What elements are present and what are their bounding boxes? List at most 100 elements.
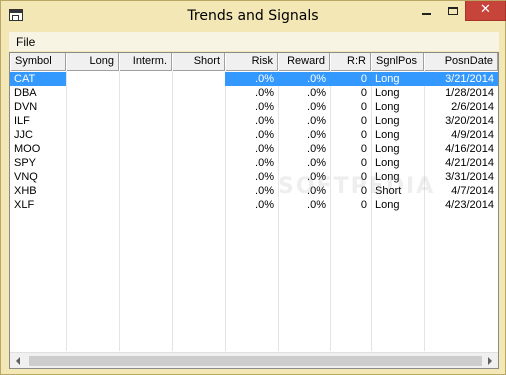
cell-posndate[interactable]: 1/28/2014 xyxy=(424,86,498,100)
cell-interm[interactable] xyxy=(119,114,172,128)
cell-rr[interactable]: 0 xyxy=(330,114,371,128)
cell-risk[interactable]: .0% xyxy=(225,184,278,198)
scroll-left-arrow-icon[interactable] xyxy=(10,353,27,368)
cell-posndate[interactable]: 4/23/2014 xyxy=(424,198,498,212)
cell-short[interactable] xyxy=(172,72,225,86)
cell-reward[interactable]: .0% xyxy=(278,128,330,142)
column-header-posndate[interactable]: PosnDate xyxy=(424,53,498,71)
cell-rr[interactable]: 0 xyxy=(330,142,371,156)
scrollbar-thumb[interactable] xyxy=(29,356,482,366)
column-header-rr[interactable]: R:R xyxy=(330,53,371,71)
cell-sgnlpos[interactable]: Long xyxy=(371,72,424,86)
column-header-reward[interactable]: Reward xyxy=(278,53,330,71)
cell-long[interactable] xyxy=(66,170,119,184)
table-row[interactable]: DVN .0% .0% 0 Long 2/6/2014 xyxy=(10,100,498,114)
cell-symbol[interactable]: ILF xyxy=(10,114,66,128)
cell-short[interactable] xyxy=(172,142,225,156)
cell-long[interactable] xyxy=(66,156,119,170)
cell-posndate[interactable]: 4/9/2014 xyxy=(424,128,498,142)
cell-rr[interactable]: 0 xyxy=(330,198,371,212)
column-header-interm[interactable]: Interm. xyxy=(119,53,172,71)
scroll-right-arrow-icon[interactable] xyxy=(481,353,498,368)
cell-posndate[interactable]: 4/16/2014 xyxy=(424,142,498,156)
table-row[interactable]: ILF .0% .0% 0 Long 3/20/2014 xyxy=(10,114,498,128)
table-row[interactable]: XLF .0% .0% 0 Long 4/23/2014 xyxy=(10,198,498,212)
cell-reward[interactable]: .0% xyxy=(278,156,330,170)
cell-short[interactable] xyxy=(172,170,225,184)
cell-symbol[interactable]: SPY xyxy=(10,156,66,170)
title-bar[interactable]: Trends and Signals ✕ xyxy=(1,1,506,31)
cell-symbol[interactable]: VNQ xyxy=(10,170,66,184)
cell-interm[interactable] xyxy=(119,170,172,184)
cell-long[interactable] xyxy=(66,114,119,128)
table-row[interactable]: DBA .0% .0% 0 Long 1/28/2014 xyxy=(10,86,498,100)
maximize-button[interactable] xyxy=(440,1,466,21)
cell-posndate[interactable]: 3/21/2014 xyxy=(424,72,498,86)
cell-risk[interactable]: .0% xyxy=(225,170,278,184)
cell-long[interactable] xyxy=(66,128,119,142)
column-header-short[interactable]: Short xyxy=(172,53,225,71)
column-header-long[interactable]: Long xyxy=(66,53,119,71)
cell-posndate[interactable]: 3/20/2014 xyxy=(424,114,498,128)
cell-long[interactable] xyxy=(66,198,119,212)
cell-symbol[interactable]: XLF xyxy=(10,198,66,212)
cell-short[interactable] xyxy=(172,184,225,198)
cell-reward[interactable]: .0% xyxy=(278,114,330,128)
horizontal-scrollbar[interactable] xyxy=(10,352,498,368)
cell-reward[interactable]: .0% xyxy=(278,142,330,156)
cell-interm[interactable] xyxy=(119,156,172,170)
table-row[interactable]: JJC .0% .0% 0 Long 4/9/2014 xyxy=(10,128,498,142)
cell-reward[interactable]: .0% xyxy=(278,72,330,86)
cell-interm[interactable] xyxy=(119,198,172,212)
cell-long[interactable] xyxy=(66,142,119,156)
cell-rr[interactable]: 0 xyxy=(330,156,371,170)
cell-symbol[interactable]: DVN xyxy=(10,100,66,114)
cell-interm[interactable] xyxy=(119,72,172,86)
table-row[interactable]: MOO .0% .0% 0 Long 4/16/2014 xyxy=(10,142,498,156)
cell-long[interactable] xyxy=(66,100,119,114)
cell-interm[interactable] xyxy=(119,128,172,142)
cell-symbol[interactable]: MOO xyxy=(10,142,66,156)
cell-interm[interactable] xyxy=(119,142,172,156)
cell-symbol[interactable]: DBA xyxy=(10,86,66,100)
cell-symbol[interactable]: XHB xyxy=(10,184,66,198)
cell-symbol[interactable]: CAT xyxy=(10,72,66,86)
cell-reward[interactable]: .0% xyxy=(278,86,330,100)
cell-interm[interactable] xyxy=(119,184,172,198)
cell-sgnlpos[interactable]: Long xyxy=(371,100,424,114)
cell-rr[interactable]: 0 xyxy=(330,100,371,114)
cell-sgnlpos[interactable]: Long xyxy=(371,86,424,100)
table-row[interactable]: CAT .0% .0% 0 Long 3/21/2014 xyxy=(10,72,498,86)
column-header-risk[interactable]: Risk xyxy=(225,53,278,71)
cell-posndate[interactable]: 2/6/2014 xyxy=(424,100,498,114)
menu-file[interactable]: File xyxy=(16,35,35,49)
cell-risk[interactable]: .0% xyxy=(225,100,278,114)
cell-short[interactable] xyxy=(172,198,225,212)
minimize-button[interactable] xyxy=(413,1,440,21)
cell-sgnlpos[interactable]: Long xyxy=(371,142,424,156)
cell-risk[interactable]: .0% xyxy=(225,198,278,212)
cell-reward[interactable]: .0% xyxy=(278,198,330,212)
cell-symbol[interactable]: JJC xyxy=(10,128,66,142)
cell-short[interactable] xyxy=(172,114,225,128)
cell-long[interactable] xyxy=(66,72,119,86)
cell-long[interactable] xyxy=(66,86,119,100)
cell-sgnlpos[interactable]: Long xyxy=(371,198,424,212)
cell-long[interactable] xyxy=(66,184,119,198)
cell-short[interactable] xyxy=(172,128,225,142)
cell-risk[interactable]: .0% xyxy=(225,156,278,170)
cell-risk[interactable]: .0% xyxy=(225,72,278,86)
cell-short[interactable] xyxy=(172,100,225,114)
cell-risk[interactable]: .0% xyxy=(225,128,278,142)
cell-rr[interactable]: 0 xyxy=(330,86,371,100)
cell-sgnlpos[interactable]: Long xyxy=(371,156,424,170)
cell-risk[interactable]: .0% xyxy=(225,142,278,156)
cell-sgnlpos[interactable]: Long xyxy=(371,114,424,128)
cell-posndate[interactable]: 4/21/2014 xyxy=(424,156,498,170)
cell-sgnlpos[interactable]: Long xyxy=(371,128,424,142)
cell-reward[interactable]: .0% xyxy=(278,100,330,114)
table-row[interactable]: SPY .0% .0% 0 Long 4/21/2014 xyxy=(10,156,498,170)
column-header-sgnlpos[interactable]: SgnlPos xyxy=(371,53,424,71)
cell-short[interactable] xyxy=(172,156,225,170)
cell-rr[interactable]: 0 xyxy=(330,72,371,86)
